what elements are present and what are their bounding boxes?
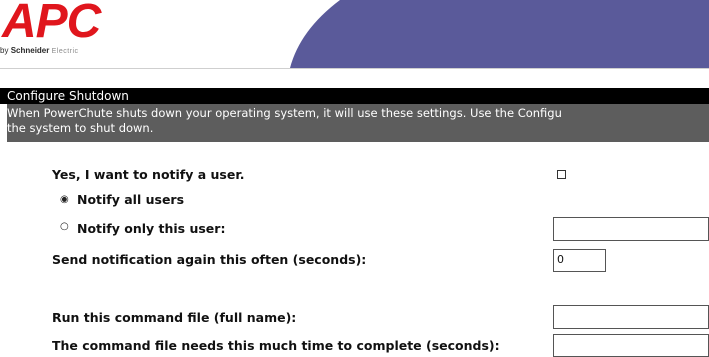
- notification-interval-field[interactable]: 0: [553, 249, 606, 272]
- notify-all-users-label: Notify all users: [77, 192, 185, 207]
- radio-selected-icon[interactable]: ◉: [60, 194, 69, 206]
- command-file-field[interactable]: [553, 305, 709, 329]
- apc-logo: APC by Schneider Electric: [0, 0, 190, 68]
- notify-user-label: Yes, I want to notify a user.: [52, 167, 245, 182]
- command-time-field[interactable]: [553, 334, 709, 357]
- logo-subtitle: by Schneider Electric: [0, 46, 79, 55]
- command-time-label: The command file needs this much time to…: [52, 338, 500, 353]
- section-description: When PowerChute shuts down your operatin…: [7, 106, 709, 136]
- logo-wordmark: APC: [2, 0, 101, 48]
- section-title: Configure Shutdown: [7, 89, 129, 103]
- header-banner: APC by Schneider Electric: [0, 0, 709, 68]
- command-file-label: Run this command file (full name):: [52, 310, 297, 325]
- radio-empty-icon[interactable]: ○: [60, 221, 69, 233]
- notify-user-checkbox[interactable]: [557, 170, 566, 179]
- description-line-2: the system to shut down.: [7, 121, 154, 135]
- notify-user-name-field[interactable]: [553, 217, 709, 241]
- header-divider: [0, 68, 709, 69]
- notify-only-user-label: Notify only this user:: [77, 221, 226, 236]
- notification-interval-label: Send notification again this often (seco…: [52, 252, 367, 267]
- description-line-1: When PowerChute shuts down your operatin…: [7, 106, 562, 120]
